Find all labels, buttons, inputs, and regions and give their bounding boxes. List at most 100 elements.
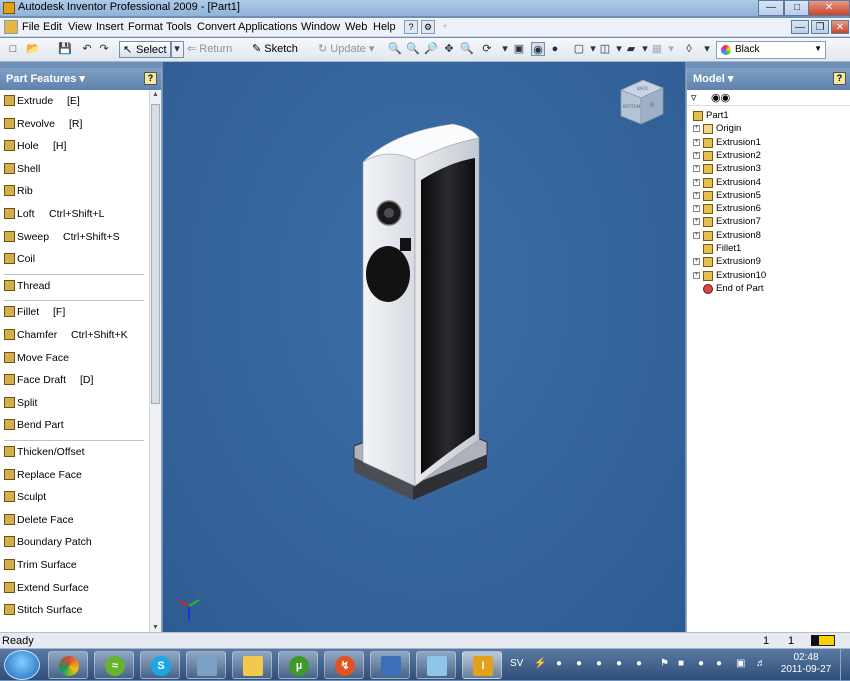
return-button[interactable]: ⇐ Return — [187, 41, 232, 58]
taskbar-remote-desktop[interactable] — [186, 651, 226, 679]
panel-title[interactable]: Part Features ▾ — [6, 73, 85, 85]
viewcube-icon[interactable]: BACK BOTTOM R — [619, 76, 665, 126]
system-clock[interactable]: 02:48 2011-09-27 — [778, 652, 834, 676]
shadow-icon[interactable]: ▰ — [624, 42, 638, 56]
expand-icon[interactable]: + — [693, 165, 700, 173]
taskbar-notes[interactable] — [416, 651, 456, 679]
feature-fillet[interactable]: Fillet [F] — [0, 303, 148, 323]
menu-web[interactable]: Web — [345, 21, 367, 33]
feature-rib[interactable]: Rib — [0, 182, 148, 202]
tray-display-icon[interactable]: ▣ — [736, 658, 745, 669]
tray-spotify-icon[interactable]: ● — [596, 658, 602, 669]
feature-sweep[interactable]: Sweep Ctrl+Shift+S — [0, 228, 148, 248]
menu-applications[interactable]: Applications — [238, 21, 297, 33]
update-button[interactable]: ↻ Update ▾ — [318, 41, 374, 58]
tray-security-icon[interactable]: ■ — [678, 658, 684, 669]
menu-insert[interactable]: Insert — [96, 21, 124, 33]
orbit-icon[interactable]: ⟳ — [480, 42, 494, 56]
graphics-viewport[interactable]: BACK BOTTOM R — [163, 62, 685, 632]
doc-close-button[interactable]: ✕ — [831, 20, 849, 34]
tree-node-fillet1[interactable]: Fillet1 — [693, 243, 843, 256]
feature-trim-surface[interactable]: Trim Surface — [0, 556, 148, 576]
feature-thicken-offset[interactable]: Thicken/Offset — [0, 443, 148, 463]
tree-node-extrusion9[interactable]: + Extrusion9 — [693, 256, 843, 269]
language-indicator[interactable]: SV — [510, 658, 523, 669]
feature-coil[interactable]: Coil — [0, 250, 148, 270]
feature-loft[interactable]: Loft Ctrl+Shift+L — [0, 205, 148, 225]
look-at-icon[interactable]: ▣ — [512, 42, 526, 56]
feature-boundary-patch[interactable]: Boundary Patch — [0, 533, 148, 553]
feature-chamfer[interactable]: Chamfer Ctrl+Shift+K — [0, 326, 148, 346]
menu-convert[interactable]: Convert — [197, 21, 236, 33]
tree-node-extrusion8[interactable]: + Extrusion8 — [693, 230, 843, 243]
expand-icon[interactable]: + — [693, 138, 700, 146]
tray-messenger-icon[interactable]: ● — [576, 658, 582, 669]
zoom-selected-icon[interactable]: 🔍 — [460, 42, 474, 56]
feature-extrude[interactable]: Extrude [E] — [0, 92, 148, 112]
color-select[interactable]: Black ▼ — [716, 41, 826, 59]
feature-split[interactable]: Split — [0, 394, 148, 414]
scroll-down-icon[interactable]: ▼ — [152, 624, 159, 631]
tree-node-extrusion4[interactable]: + Extrusion4 — [693, 177, 843, 190]
undo-icon[interactable]: ↶ — [80, 42, 94, 56]
taskbar-computer[interactable] — [370, 651, 410, 679]
tray-tool-icon[interactable]: ● — [698, 658, 704, 669]
add-icon[interactable]: + — [438, 20, 452, 34]
feature-stitch-surface[interactable]: Stitch Surface — [0, 601, 148, 621]
whats-this-icon[interactable]: ? — [404, 20, 418, 34]
menu-format[interactable]: Format — [128, 21, 163, 33]
pan-icon[interactable]: ✥ — [442, 42, 456, 56]
tree-node-extrusion1[interactable]: + Extrusion1 — [693, 137, 843, 150]
save-icon[interactable]: 💾 — [58, 42, 72, 56]
help-icon[interactable]: ? — [144, 72, 157, 85]
tray-network-icon[interactable]: ● — [556, 658, 562, 669]
tree-node-extrusion3[interactable]: + Extrusion3 — [693, 163, 843, 176]
tree-node-extrusion2[interactable]: + Extrusion2 — [693, 150, 843, 163]
feature-move-face[interactable]: Move Face — [0, 349, 148, 369]
zoom-icon[interactable]: 🔎 — [424, 42, 438, 56]
feature-thread[interactable]: Thread — [0, 277, 148, 297]
tray-flash-icon[interactable]: ⚡ — [534, 658, 546, 669]
feature-extend-surface[interactable]: Extend Surface — [0, 579, 148, 599]
tray-flag-icon[interactable]: ⚑ — [660, 658, 669, 669]
open-icon[interactable]: 📂 — [26, 42, 40, 56]
find-icon[interactable]: ◉◉ — [711, 91, 730, 104]
filter-icon[interactable]: ▿ — [691, 91, 697, 104]
menu-window[interactable]: Window — [301, 21, 340, 33]
menu-view[interactable]: View — [68, 21, 92, 33]
model-panel-title[interactable]: Model ▾ — [693, 73, 733, 85]
taskbar-flash[interactable]: ↯ — [324, 651, 364, 679]
zoom-window-icon[interactable]: 🔍 — [406, 42, 420, 56]
section-view-icon[interactable]: ◫ — [598, 42, 612, 56]
redo-icon[interactable]: ↷ — [97, 42, 111, 56]
show-desktop-button[interactable] — [840, 649, 850, 681]
panel-header[interactable]: Part Features ▾ ? — [0, 68, 161, 90]
sculpt-dropdown-icon[interactable]: ▾ — [664, 42, 678, 56]
doc-minimize-button[interactable]: — — [791, 20, 809, 34]
volume-icon[interactable]: ♬ — [756, 658, 766, 669]
start-button[interactable] — [4, 650, 40, 680]
camera-icon[interactable]: ▢ — [572, 42, 586, 56]
tree-node-part1[interactable]: Part1 — [693, 110, 843, 123]
menu-help[interactable]: Help — [373, 21, 396, 33]
taskbar-chrome[interactable] — [48, 651, 88, 679]
model-panel-header[interactable]: Model ▾ ? — [687, 68, 850, 90]
close-button[interactable]: ✕ — [808, 0, 850, 16]
panel-scrollbar[interactable]: ▲ ▼ — [149, 90, 161, 632]
tree-node-extrusion10[interactable]: + Extrusion10 — [693, 270, 843, 283]
expand-icon[interactable]: + — [693, 151, 700, 159]
display-mode-icon[interactable]: ● — [548, 42, 562, 56]
document-icon[interactable] — [4, 20, 18, 34]
menu-tools[interactable]: Tools — [166, 21, 192, 33]
help-icon[interactable]: ? — [833, 72, 846, 85]
feature-delete-face[interactable]: Delete Face — [0, 511, 148, 531]
zoom-all-icon[interactable]: 🔍 — [388, 42, 402, 56]
new-icon[interactable]: □ — [6, 42, 20, 56]
select-button[interactable]: ↖ Select — [119, 41, 172, 58]
taskbar-utorrent[interactable]: µ — [278, 651, 318, 679]
taskbar-skype[interactable]: S — [140, 651, 180, 679]
expand-icon[interactable]: + — [693, 205, 700, 213]
feature-face-draft[interactable]: Face Draft [D] — [0, 371, 148, 391]
taskbar-inventor[interactable]: I — [462, 651, 502, 679]
expand-icon[interactable]: + — [693, 125, 700, 133]
